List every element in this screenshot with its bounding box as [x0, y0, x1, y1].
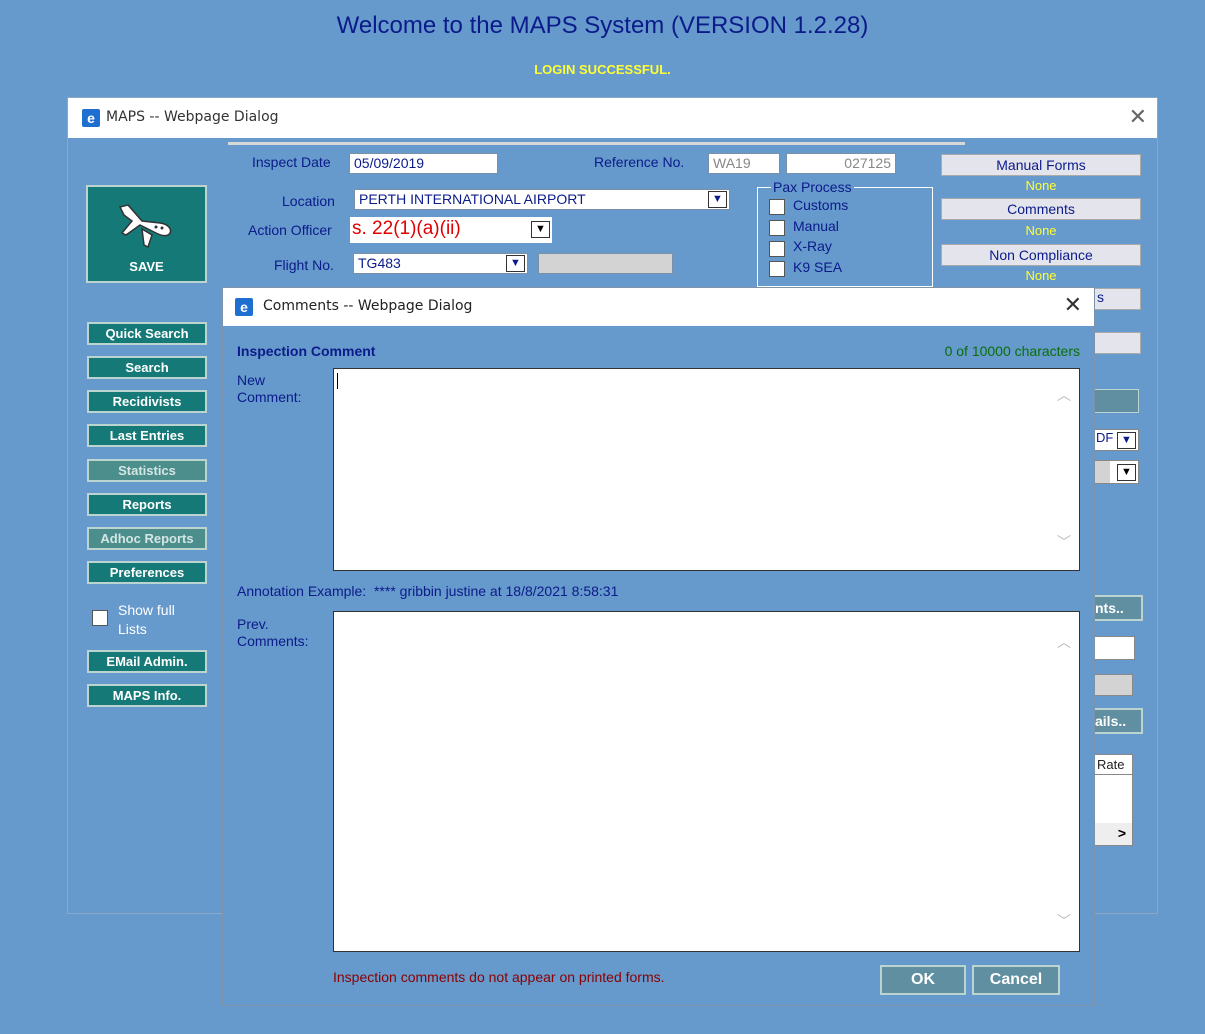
- quick-search-button[interactable]: Quick Search: [87, 322, 207, 345]
- save-button[interactable]: SAVE: [86, 185, 207, 283]
- airplane-icon: [118, 204, 172, 249]
- save-label: SAVE: [129, 259, 164, 274]
- rate-column-header: Rate: [1094, 755, 1132, 775]
- partial-select-1[interactable]: DF ▼: [1093, 429, 1139, 451]
- scroll-up-icon[interactable]: ︿: [1057, 632, 1071, 652]
- chevron-down-icon[interactable]: ▼: [708, 191, 727, 208]
- non-compliance-button[interactable]: Non Compliance: [941, 244, 1141, 266]
- preferences-button[interactable]: Preferences: [87, 561, 207, 584]
- action-officer-label: Action Officer: [248, 222, 332, 238]
- scroll-down-icon[interactable]: ﹀: [1057, 911, 1071, 931]
- customs-checkbox[interactable]: [769, 199, 785, 215]
- search-button[interactable]: Search: [87, 356, 207, 379]
- partial-input[interactable]: [1093, 636, 1135, 660]
- maps-info-button[interactable]: MAPS Info.: [87, 684, 207, 707]
- location-value: PERTH INTERNATIONAL AIRPORT: [359, 191, 586, 207]
- non-compliance-status: None: [1025, 268, 1057, 283]
- reports-button[interactable]: Reports: [87, 493, 207, 516]
- comments-dialog-titlebar: e Comments -- Webpage Dialog ✕: [223, 288, 1094, 326]
- close-icon[interactable]: ✕: [1129, 104, 1147, 130]
- pax-process-legend: Pax Process: [771, 179, 854, 195]
- footer-note: Inspection comments do not appear on pri…: [333, 969, 665, 985]
- text-cursor: [337, 373, 338, 389]
- partial-button-1[interactable]: s: [1093, 288, 1141, 310]
- k9-sea-checkbox[interactable]: [769, 261, 785, 277]
- x-ray-checkbox[interactable]: [769, 241, 785, 257]
- chevron-down-icon[interactable]: ▼: [531, 221, 550, 238]
- comments-button[interactable]: Comments: [941, 198, 1141, 220]
- customs-label: Customs: [793, 197, 849, 213]
- scroll-right-icon[interactable]: >: [1094, 823, 1132, 845]
- reference-prefix-field: WA19: [708, 153, 780, 174]
- manual-label: Manual: [793, 218, 839, 234]
- action-officer-value: s. 22(1)(a)(ii): [352, 218, 461, 239]
- show-full-lists-checkbox[interactable]: [92, 610, 108, 626]
- inspect-date-input[interactable]: 05/09/2019: [349, 153, 498, 174]
- manual-forms-button[interactable]: Manual Forms: [941, 154, 1141, 176]
- action-officer-select[interactable]: s. 22(1)(a)(ii) ▼: [350, 217, 552, 243]
- scroll-down-icon[interactable]: ﹀: [1057, 532, 1071, 552]
- chevron-down-icon[interactable]: ▼: [1117, 464, 1136, 481]
- manual-forms-status: None: [1025, 178, 1057, 193]
- svg-text:e: e: [87, 110, 95, 126]
- cancel-button[interactable]: Cancel: [972, 965, 1060, 995]
- manual-checkbox[interactable]: [769, 220, 785, 236]
- svg-text:e: e: [240, 299, 248, 315]
- comments-dialog: e Comments -- Webpage Dialog ✕ Inspectio…: [222, 287, 1095, 1006]
- flight-no-select[interactable]: TG483 ▼: [353, 253, 528, 274]
- partial-teal-button[interactable]: [1093, 389, 1139, 413]
- ok-button[interactable]: OK: [880, 965, 966, 995]
- partial-details-button[interactable]: ails..: [1093, 708, 1143, 734]
- partial-comments-button[interactable]: nts..: [1093, 595, 1143, 621]
- annotation-example: Annotation Example: **** gribbin justine…: [237, 583, 619, 599]
- recidivists-button[interactable]: Recidivists: [87, 390, 207, 413]
- partial-table: Rate >: [1093, 754, 1133, 846]
- new-comment-label: New Comment:: [237, 372, 302, 405]
- chevron-down-icon[interactable]: ▼: [1117, 432, 1136, 449]
- maps-dialog-title: MAPS -- Webpage Dialog: [106, 109, 279, 125]
- new-comment-textarea[interactable]: ︿ ﹀: [333, 368, 1080, 571]
- k9-sea-label: K9 SEA: [793, 259, 843, 275]
- location-label: Location: [282, 193, 335, 209]
- login-status: LOGIN SUCCESSFUL.: [534, 62, 671, 77]
- email-admin-button[interactable]: EMail Admin.: [87, 650, 207, 673]
- prev-comments-label: Prev. Comments:: [237, 616, 309, 649]
- ie-icon: e: [82, 109, 100, 127]
- comments-dialog-title: Comments -- Webpage Dialog: [263, 298, 473, 314]
- partial-field: [1093, 332, 1141, 354]
- divider: [228, 142, 965, 145]
- close-icon[interactable]: ✕: [1064, 292, 1082, 318]
- x-ray-label: X-Ray: [793, 238, 832, 254]
- partial-select-2[interactable]: ▼: [1093, 460, 1139, 484]
- chevron-down-icon[interactable]: ▼: [506, 255, 525, 272]
- comments-status: None: [1025, 223, 1057, 238]
- ie-icon: e: [235, 298, 253, 316]
- reference-no-label: Reference No.: [594, 154, 685, 170]
- statistics-button[interactable]: Statistics: [87, 459, 207, 482]
- reference-number-field: 027125: [786, 153, 896, 174]
- last-entries-button[interactable]: Last Entries: [87, 424, 207, 447]
- flight-no-value: TG483: [358, 255, 401, 271]
- page-title: Welcome to the MAPS System (VERSION 1.2.…: [336, 12, 869, 39]
- flight-no-label: Flight No.: [274, 257, 334, 273]
- partial-gray-field: [1093, 674, 1133, 696]
- flight-extra-field: [538, 253, 673, 274]
- maps-dialog-titlebar: e MAPS -- Webpage Dialog ✕: [68, 98, 1157, 138]
- character-count: 0 of 10000 characters: [944, 343, 1080, 359]
- prev-comments-textarea[interactable]: ︿ ﹀: [333, 611, 1080, 952]
- location-select[interactable]: PERTH INTERNATIONAL AIRPORT ▼: [354, 189, 730, 210]
- scroll-up-icon[interactable]: ︿: [1057, 385, 1071, 405]
- inspection-comment-heading: Inspection Comment: [237, 343, 376, 359]
- show-full-lists-label: Show full Lists: [118, 602, 175, 637]
- adhoc-reports-button[interactable]: Adhoc Reports: [87, 527, 207, 550]
- inspect-date-label: Inspect Date: [252, 154, 331, 170]
